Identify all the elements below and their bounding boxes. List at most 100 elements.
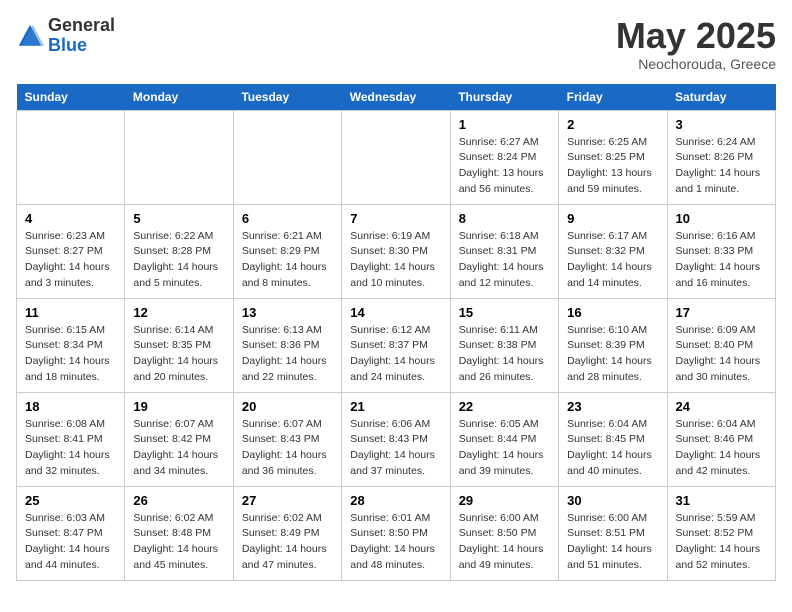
day-number: 17 — [676, 305, 767, 320]
day-header-friday: Friday — [559, 84, 667, 111]
week-row-5: 25 Sunrise: 6:03 AMSunset: 8:47 PMDayligh… — [17, 486, 776, 580]
day-header-wednesday: Wednesday — [342, 84, 450, 111]
day-header-sunday: Sunday — [17, 84, 125, 111]
day-number: 18 — [25, 399, 116, 414]
day-number: 3 — [676, 117, 767, 132]
cell-info: Sunrise: 5:59 AMSunset: 8:52 PMDaylight:… — [676, 511, 767, 574]
calendar-cell: 5Sunrise: 6:22 AMSunset: 8:28 PMDaylight… — [125, 204, 233, 298]
logo-icon — [16, 22, 44, 50]
day-number: 31 — [676, 493, 767, 508]
calendar-cell: 20Sunrise: 6:07 AMSunset: 8:43 PMDayligh… — [233, 392, 341, 486]
cell-info: Sunrise: 6:15 AMSunset: 8:34 PMDaylight:… — [25, 323, 116, 386]
day-number: 28 — [350, 493, 441, 508]
week-row-2: 4 Sunrise: 6:23 AMSunset: 8:27 PMDaylight… — [17, 204, 776, 298]
calendar-cell: 19 Sunrise: 6:07 AMSunset: 8:42 PMDayligh… — [125, 392, 233, 486]
cell-info: Sunrise: 6:17 AMSunset: 8:32 PMDaylight:… — [567, 229, 658, 292]
calendar-cell: 24Sunrise: 6:04 AMSunset: 8:46 PMDayligh… — [667, 392, 775, 486]
calendar-subtitle: Neochorouda, Greece — [616, 56, 776, 72]
calendar-cell: 11 Sunrise: 6:15 AMSunset: 8:34 PMDayligh… — [17, 298, 125, 392]
cell-info: Sunrise: 6:11 AMSunset: 8:38 PMDaylight:… — [459, 323, 550, 386]
calendar-table: SundayMondayTuesdayWednesdayThursdayFrid… — [16, 84, 776, 581]
day-number: 5 — [133, 211, 224, 226]
day-number: 15 — [459, 305, 550, 320]
calendar-cell: 22Sunrise: 6:05 AMSunset: 8:44 PMDayligh… — [450, 392, 558, 486]
cell-info: Sunrise: 6:04 AMSunset: 8:46 PMDaylight:… — [676, 417, 767, 480]
cell-info: Sunrise: 6:23 AMSunset: 8:27 PMDaylight:… — [25, 229, 116, 292]
cell-info: Sunrise: 6:12 AMSunset: 8:37 PMDaylight:… — [350, 323, 441, 386]
cell-info: Sunrise: 6:13 AMSunset: 8:36 PMDaylight:… — [242, 323, 333, 386]
calendar-cell: 23Sunrise: 6:04 AMSunset: 8:45 PMDayligh… — [559, 392, 667, 486]
calendar-cell: 18 Sunrise: 6:08 AMSunset: 8:41 PMDayligh… — [17, 392, 125, 486]
day-number: 21 — [350, 399, 441, 414]
calendar-cell: 4 Sunrise: 6:23 AMSunset: 8:27 PMDaylight… — [17, 204, 125, 298]
cell-info: Sunrise: 6:27 AMSunset: 8:24 PMDaylight:… — [459, 135, 550, 198]
cell-info: Sunrise: 6:06 AMSunset: 8:43 PMDaylight:… — [350, 417, 441, 480]
calendar-cell: 26 Sunrise: 6:02 AMSunset: 8:48 PMDayligh… — [125, 486, 233, 580]
day-number: 7 — [350, 211, 441, 226]
cell-info: Sunrise: 6:25 AMSunset: 8:25 PMDaylight:… — [567, 135, 658, 198]
calendar-cell — [17, 110, 125, 204]
calendar-cell: 29Sunrise: 6:00 AMSunset: 8:50 PMDayligh… — [450, 486, 558, 580]
cell-info: Sunrise: 6:08 AMSunset: 8:41 PMDaylight:… — [25, 417, 116, 480]
logo: General Blue — [16, 16, 115, 56]
title-block: May 2025 Neochorouda, Greece — [616, 16, 776, 72]
day-header-tuesday: Tuesday — [233, 84, 341, 111]
cell-info: Sunrise: 6:00 AMSunset: 8:51 PMDaylight:… — [567, 511, 658, 574]
calendar-cell: 8 Sunrise: 6:18 AMSunset: 8:31 PMDaylight… — [450, 204, 558, 298]
cell-info: Sunrise: 6:19 AMSunset: 8:30 PMDaylight:… — [350, 229, 441, 292]
calendar-cell: 13 Sunrise: 6:13 AMSunset: 8:36 PMDayligh… — [233, 298, 341, 392]
cell-info: Sunrise: 6:18 AMSunset: 8:31 PMDaylight:… — [459, 229, 550, 292]
day-number: 6 — [242, 211, 333, 226]
cell-info: Sunrise: 6:03 AMSunset: 8:47 PMDaylight:… — [25, 511, 116, 574]
logo-general-text: General — [48, 15, 115, 35]
cell-info: Sunrise: 6:01 AMSunset: 8:50 PMDaylight:… — [350, 511, 441, 574]
calendar-cell: 31 Sunrise: 5:59 AMSunset: 8:52 PMDayligh… — [667, 486, 775, 580]
cell-info: Sunrise: 6:02 AMSunset: 8:48 PMDaylight:… — [133, 511, 224, 574]
day-number: 16 — [567, 305, 658, 320]
calendar-cell: 30 Sunrise: 6:00 AMSunset: 8:51 PMDayligh… — [559, 486, 667, 580]
day-number: 11 — [25, 305, 116, 320]
calendar-cell: 17 Sunrise: 6:09 AMSunset: 8:40 PMDayligh… — [667, 298, 775, 392]
day-number: 10 — [676, 211, 767, 226]
day-header-thursday: Thursday — [450, 84, 558, 111]
cell-info: Sunrise: 6:10 AMSunset: 8:39 PMDaylight:… — [567, 323, 658, 386]
cell-info: Sunrise: 6:00 AMSunset: 8:50 PMDaylight:… — [459, 511, 550, 574]
calendar-cell: 27 Sunrise: 6:02 AMSunset: 8:49 PMDayligh… — [233, 486, 341, 580]
week-row-3: 11 Sunrise: 6:15 AMSunset: 8:34 PMDayligh… — [17, 298, 776, 392]
calendar-cell: 16 Sunrise: 6:10 AMSunset: 8:39 PMDayligh… — [559, 298, 667, 392]
cell-info: Sunrise: 6:04 AMSunset: 8:45 PMDaylight:… — [567, 417, 658, 480]
cell-info: Sunrise: 6:07 AMSunset: 8:42 PMDaylight:… — [133, 417, 224, 480]
day-number: 13 — [242, 305, 333, 320]
week-row-1: 1Sunrise: 6:27 AMSunset: 8:24 PMDaylight… — [17, 110, 776, 204]
calendar-header-row: SundayMondayTuesdayWednesdayThursdayFrid… — [17, 84, 776, 111]
cell-info: Sunrise: 6:09 AMSunset: 8:40 PMDaylight:… — [676, 323, 767, 386]
day-number: 26 — [133, 493, 224, 508]
calendar-cell — [342, 110, 450, 204]
cell-info: Sunrise: 6:14 AMSunset: 8:35 PMDaylight:… — [133, 323, 224, 386]
calendar-cell: 14 Sunrise: 6:12 AMSunset: 8:37 PMDayligh… — [342, 298, 450, 392]
calendar-cell: 9Sunrise: 6:17 AMSunset: 8:32 PMDaylight… — [559, 204, 667, 298]
cell-info: Sunrise: 6:02 AMSunset: 8:49 PMDaylight:… — [242, 511, 333, 574]
day-number: 8 — [459, 211, 550, 226]
day-number: 4 — [25, 211, 116, 226]
day-number: 30 — [567, 493, 658, 508]
day-number: 2 — [567, 117, 658, 132]
day-number: 12 — [133, 305, 224, 320]
day-number: 14 — [350, 305, 441, 320]
day-header-saturday: Saturday — [667, 84, 775, 111]
day-number: 27 — [242, 493, 333, 508]
day-number: 19 — [133, 399, 224, 414]
week-row-4: 18 Sunrise: 6:08 AMSunset: 8:41 PMDayligh… — [17, 392, 776, 486]
cell-info: Sunrise: 6:21 AMSunset: 8:29 PMDaylight:… — [242, 229, 333, 292]
calendar-title: May 2025 — [616, 16, 776, 56]
cell-info: Sunrise: 6:05 AMSunset: 8:44 PMDaylight:… — [459, 417, 550, 480]
calendar-cell: 2 Sunrise: 6:25 AMSunset: 8:25 PMDaylight… — [559, 110, 667, 204]
calendar-cell: 25 Sunrise: 6:03 AMSunset: 8:47 PMDayligh… — [17, 486, 125, 580]
day-number: 25 — [25, 493, 116, 508]
cell-info: Sunrise: 6:07 AMSunset: 8:43 PMDaylight:… — [242, 417, 333, 480]
cell-info: Sunrise: 6:24 AMSunset: 8:26 PMDaylight:… — [676, 135, 767, 198]
calendar-cell — [125, 110, 233, 204]
calendar-cell: 21 Sunrise: 6:06 AMSunset: 8:43 PMDayligh… — [342, 392, 450, 486]
page-header: General Blue May 2025 Neochorouda, Greec… — [16, 16, 776, 72]
calendar-cell — [233, 110, 341, 204]
